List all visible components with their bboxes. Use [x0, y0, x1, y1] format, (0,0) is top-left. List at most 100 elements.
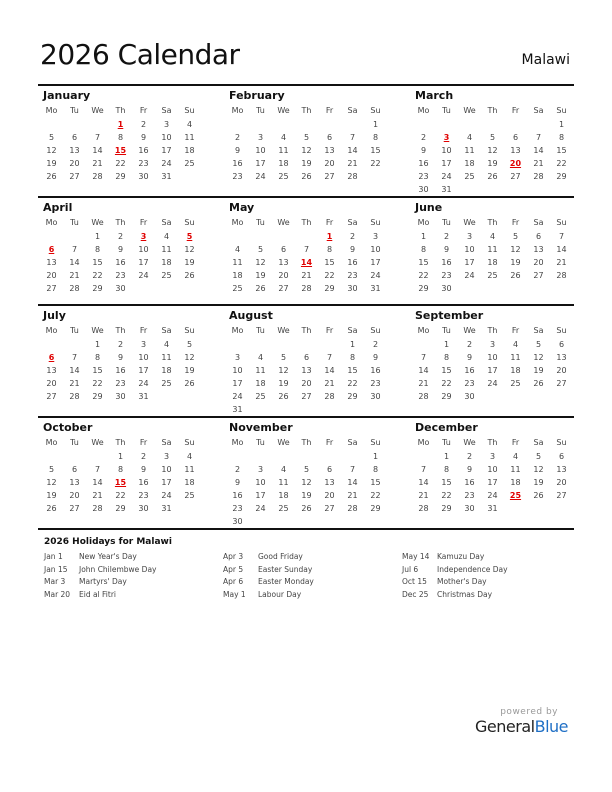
holiday-item: Oct 15 Mother's Day [402, 576, 581, 589]
day-cell: 26 [301, 504, 312, 513]
weekday-header: Su [370, 106, 381, 115]
weekday-header: Th [301, 326, 312, 335]
day-cell: 11 [184, 465, 195, 474]
weekday-header: Sa [533, 218, 544, 227]
day-cell: 8 [117, 133, 124, 142]
holiday-day-cell: 1 [326, 232, 333, 241]
day-cell: 4 [512, 452, 519, 461]
holiday-name: John Chilembwe Day [79, 564, 157, 574]
weekday-header: Tu [442, 218, 451, 227]
month-name: November [229, 421, 293, 434]
holiday-day-cell: 3 [443, 133, 450, 142]
day-cell: 8 [326, 245, 333, 254]
day-cell: 25 [184, 159, 195, 168]
days-grid: Mo Tu We Th Fr Sa Su 1 2 3 4 5 6 7 8 9 10 11 12 13 14 15 16 17 1… [38, 435, 224, 515]
holiday-name: New Year's Day [79, 552, 137, 561]
day-cell: 19 [510, 258, 521, 267]
day-cell: 27 [301, 392, 312, 401]
empty-cell [295, 118, 318, 131]
weekday-header: We [91, 218, 104, 227]
weekday-header: We [463, 438, 476, 447]
day-cell: 13 [324, 146, 335, 155]
day-cell: 23 [370, 379, 381, 388]
day-cell: 2 [117, 340, 124, 349]
day-cell: 29 [556, 172, 567, 181]
month-march: March Mo Tu We Th Fr Sa Su 1 2 3 4 5 6 7 8 9 10 11 12 13 14 15… [410, 86, 574, 196]
day-cell: 30 [115, 284, 126, 293]
day-cell: 2 [140, 452, 147, 461]
weekday-header: Mo [417, 326, 430, 335]
day-cell: 29 [92, 392, 103, 401]
empty-cell [412, 118, 435, 131]
day-cell: 14 [418, 478, 429, 487]
day-cell: 2 [140, 120, 147, 129]
month-name: October [43, 421, 93, 434]
day-cell: 19 [487, 159, 498, 168]
holiday-date: Apr 6 [223, 577, 244, 586]
holiday-date: Apr 3 [223, 552, 244, 561]
holiday-day-cell: 20 [509, 159, 522, 168]
day-cell: 7 [71, 353, 78, 362]
weekday-header: Th [487, 326, 498, 335]
day-cell: 28 [418, 392, 429, 401]
page-title: 2026 Calendar [40, 38, 240, 71]
day-cell: 14 [418, 366, 429, 375]
day-cell: 8 [94, 245, 101, 254]
day-cell: 21 [92, 159, 103, 168]
empty-cell [226, 450, 249, 463]
day-cell: 25 [278, 504, 289, 513]
holidays-title: 2026 Holidays for Malawi [44, 537, 172, 547]
day-cell: 3 [163, 120, 170, 129]
holiday-name: Easter Monday [258, 577, 314, 586]
day-cell: 25 [232, 284, 243, 293]
day-cell: 3 [163, 452, 170, 461]
day-cell: 27 [69, 504, 80, 513]
day-cell: 19 [255, 271, 266, 280]
weekday-header: Su [184, 218, 195, 227]
holiday-item: Apr 5 Easter Sunday [223, 564, 402, 577]
day-cell: 11 [255, 366, 266, 375]
day-cell: 4 [186, 452, 193, 461]
weekday-header: Sa [347, 438, 358, 447]
day-cell: 10 [441, 146, 452, 155]
day-cell: 15 [347, 366, 358, 375]
day-cell: 31 [161, 504, 172, 513]
day-cell: 6 [280, 245, 287, 254]
empty-cell [458, 118, 481, 131]
day-cell: 13 [510, 146, 521, 155]
empty-cell [272, 338, 295, 351]
day-cell: 5 [512, 232, 519, 241]
day-cell: 2 [443, 232, 450, 241]
day-cell: 26 [255, 284, 266, 293]
day-cell: 12 [46, 478, 57, 487]
days-grid: Mo Tu We Th Fr Sa Su 1 2 3 4 5 6 7 8 9 10 11 12 13 14 15 16 17 1… [38, 215, 224, 295]
day-cell: 16 [418, 159, 429, 168]
day-cell: 24 [161, 159, 172, 168]
month-june: June Mo Tu We Th Fr Sa Su 1 2 3 4 5 6 7 8 9 10 11 12 13 14 15 1… [410, 198, 574, 304]
holiday-item: May 1 Labour Day [223, 589, 402, 602]
weekday-header: Sa [347, 106, 358, 115]
day-cell: 22 [92, 271, 103, 280]
day-cell: 3 [466, 232, 473, 241]
weekday-header: Sa [161, 326, 172, 335]
day-cell: 21 [347, 491, 358, 500]
day-cell: 24 [370, 271, 381, 280]
day-cell: 23 [138, 491, 149, 500]
holiday-day-cell: 15 [114, 478, 127, 487]
weekday-header: Sa [347, 326, 358, 335]
weekday-header: Su [370, 438, 381, 447]
day-cell: 6 [535, 232, 542, 241]
day-cell: 30 [138, 504, 149, 513]
month-name: January [43, 89, 91, 102]
weekday-header: We [463, 106, 476, 115]
empty-cell [318, 118, 341, 131]
day-cell: 15 [92, 366, 103, 375]
day-cell: 13 [46, 366, 57, 375]
day-cell: 17 [138, 258, 149, 267]
day-cell: 12 [184, 245, 195, 254]
month-name: March [415, 89, 454, 102]
empty-cell [341, 118, 364, 131]
holiday-date: Oct 15 [402, 577, 427, 586]
day-cell: 2 [349, 232, 356, 241]
day-cell: 4 [512, 340, 519, 349]
